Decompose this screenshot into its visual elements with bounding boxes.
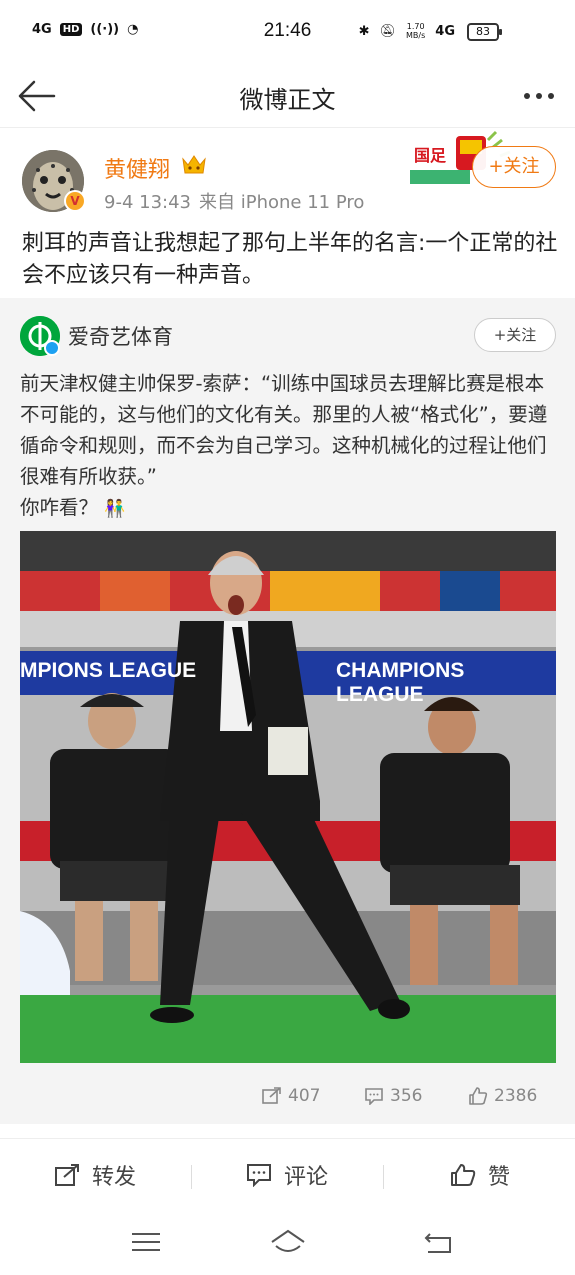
divider xyxy=(383,1165,384,1189)
menu-lines-icon xyxy=(132,1233,160,1251)
post-date: 9-4 13:43 xyxy=(104,192,191,213)
thumbs-up-icon xyxy=(451,1164,476,1186)
share-icon xyxy=(55,1164,79,1186)
comment-label: 评论 xyxy=(284,1165,329,1190)
coach-photo-image xyxy=(20,531,556,1063)
back-nav-button[interactable] xyxy=(418,1226,458,1258)
people-emoji-icon: 👫 xyxy=(104,499,126,519)
comment-icon xyxy=(365,1088,383,1105)
share-icon xyxy=(262,1087,281,1104)
thumbs-up-icon xyxy=(469,1087,488,1105)
system-nav-bar xyxy=(0,1210,575,1275)
post-meta: 9-4 13:43 来自 iPhone 11 Pro xyxy=(104,188,364,214)
repost-button[interactable]: 转发 xyxy=(54,1159,136,1191)
repost-author[interactable]: 爱奇艺体育 xyxy=(68,321,173,351)
repost-follow-button[interactable]: +关注 xyxy=(474,318,556,352)
comment-count: 356 xyxy=(390,1086,423,1106)
like-button[interactable]: 赞 xyxy=(450,1159,510,1191)
home-button[interactable] xyxy=(268,1226,308,1258)
comment-icon xyxy=(247,1164,271,1187)
vip-crown-icon[interactable] xyxy=(180,153,208,177)
comment-button[interactable]: 评论 xyxy=(246,1159,328,1191)
signal-label-right: 4G xyxy=(435,23,455,39)
verified-v-icon: V xyxy=(64,190,86,212)
bluetooth-icon: ✱ xyxy=(358,23,370,39)
like-count: 2386 xyxy=(494,1086,538,1106)
battery-icon: 83 xyxy=(467,23,502,41)
post-text: 刺耳的声音让我想起了那句上半年的名言:一个正常的社会不应该只有一种声音。 xyxy=(22,231,558,288)
menu-button[interactable] xyxy=(126,1226,166,1258)
home-icon xyxy=(271,1229,305,1252)
repost-text-question: 你咋看？ xyxy=(20,496,99,519)
promo-text: 国足 xyxy=(414,146,447,165)
net-speed-unit: MB/s xyxy=(406,31,426,40)
more-button[interactable] xyxy=(519,78,559,114)
status-right: ✱ 🔕︎ 1.70 MB/s 4G xyxy=(359,22,455,40)
post-username[interactable]: 黄健翔 xyxy=(104,152,170,184)
net-speed-value: 1.70 xyxy=(406,22,425,31)
repost-photo[interactable]: MPIONS LEAGUE CHAMPIONS LEAGUE xyxy=(20,531,556,1063)
banner-text-left: MPIONS LEAGUE xyxy=(20,659,197,682)
post-source: 来自 iPhone 11 Pro xyxy=(199,192,365,213)
page-title: 微博正文 xyxy=(239,86,336,114)
repost-stats: 407 356 2386 xyxy=(0,1086,575,1110)
repost-text: 前天津权健主帅保罗-索萨：“训练中国球员去理解比赛是根本不可能的，这与他们的文化… xyxy=(20,368,560,525)
repost-count-stat[interactable]: 407 xyxy=(262,1086,320,1106)
status-bar: 4G HD ((·)) ◔ 21:46 ✱ 🔕︎ 1.70 MB/s 4G 83 xyxy=(0,0,575,64)
bottom-action-bar: 转发 评论 赞 xyxy=(0,1138,575,1210)
repost-count: 407 xyxy=(288,1086,321,1106)
return-icon xyxy=(424,1233,451,1253)
more-dots-icon xyxy=(524,93,554,99)
like-label: 赞 xyxy=(488,1165,511,1190)
divider xyxy=(191,1165,192,1189)
repost-label: 转发 xyxy=(92,1165,137,1190)
net-speed: 1.70 MB/s xyxy=(406,22,425,40)
repost-card[interactable]: 爱奇艺体育 +关注 前天津权健主帅保罗-索萨：“训练中国球员去理解比赛是根本不可… xyxy=(0,298,575,1124)
blue-verified-icon xyxy=(44,340,60,356)
banner-text-right: CHAMPIONS LEAGUE xyxy=(336,659,465,706)
repost-text-body: 前天津权健主帅保罗-索萨：“训练中国球员去理解比赛是根本不可能的，这与他们的文化… xyxy=(20,372,548,488)
follow-button[interactable]: +关注 xyxy=(472,146,556,188)
comment-count-stat[interactable]: 356 xyxy=(364,1086,422,1106)
like-count-stat[interactable]: 2386 xyxy=(468,1086,537,1106)
top-nav: 微博正文 xyxy=(0,64,575,128)
mute-icon: 🔕︎ xyxy=(379,23,397,39)
